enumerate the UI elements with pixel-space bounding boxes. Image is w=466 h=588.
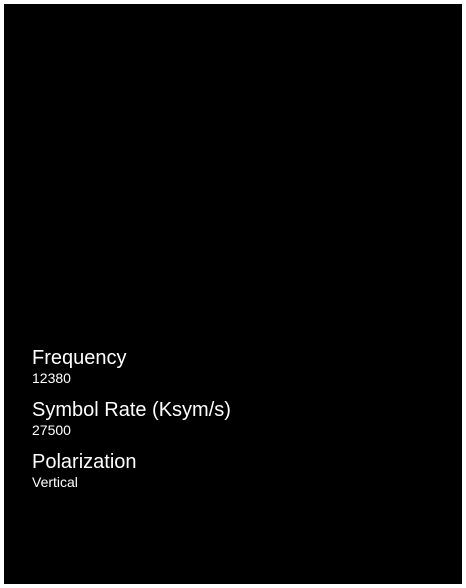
polarization-value: Vertical [32,474,78,490]
satellite-settings-list: Frequency 12380 Symbol Rate (Ksym/s) 275… [32,347,432,503]
setting-symbol-rate[interactable]: Symbol Rate (Ksym/s) 27500 [32,399,432,439]
frequency-label: Frequency [32,347,127,369]
frequency-value: 12380 [32,370,71,386]
tv-screen: Frequency 12380 Symbol Rate (Ksym/s) 275… [4,4,462,584]
symbol-rate-value: 27500 [32,422,71,438]
symbol-rate-label: Symbol Rate (Ksym/s) [32,399,231,421]
polarization-label: Polarization [32,451,137,473]
setting-polarization[interactable]: Polarization Vertical [32,451,432,491]
setting-frequency[interactable]: Frequency 12380 [32,347,432,387]
